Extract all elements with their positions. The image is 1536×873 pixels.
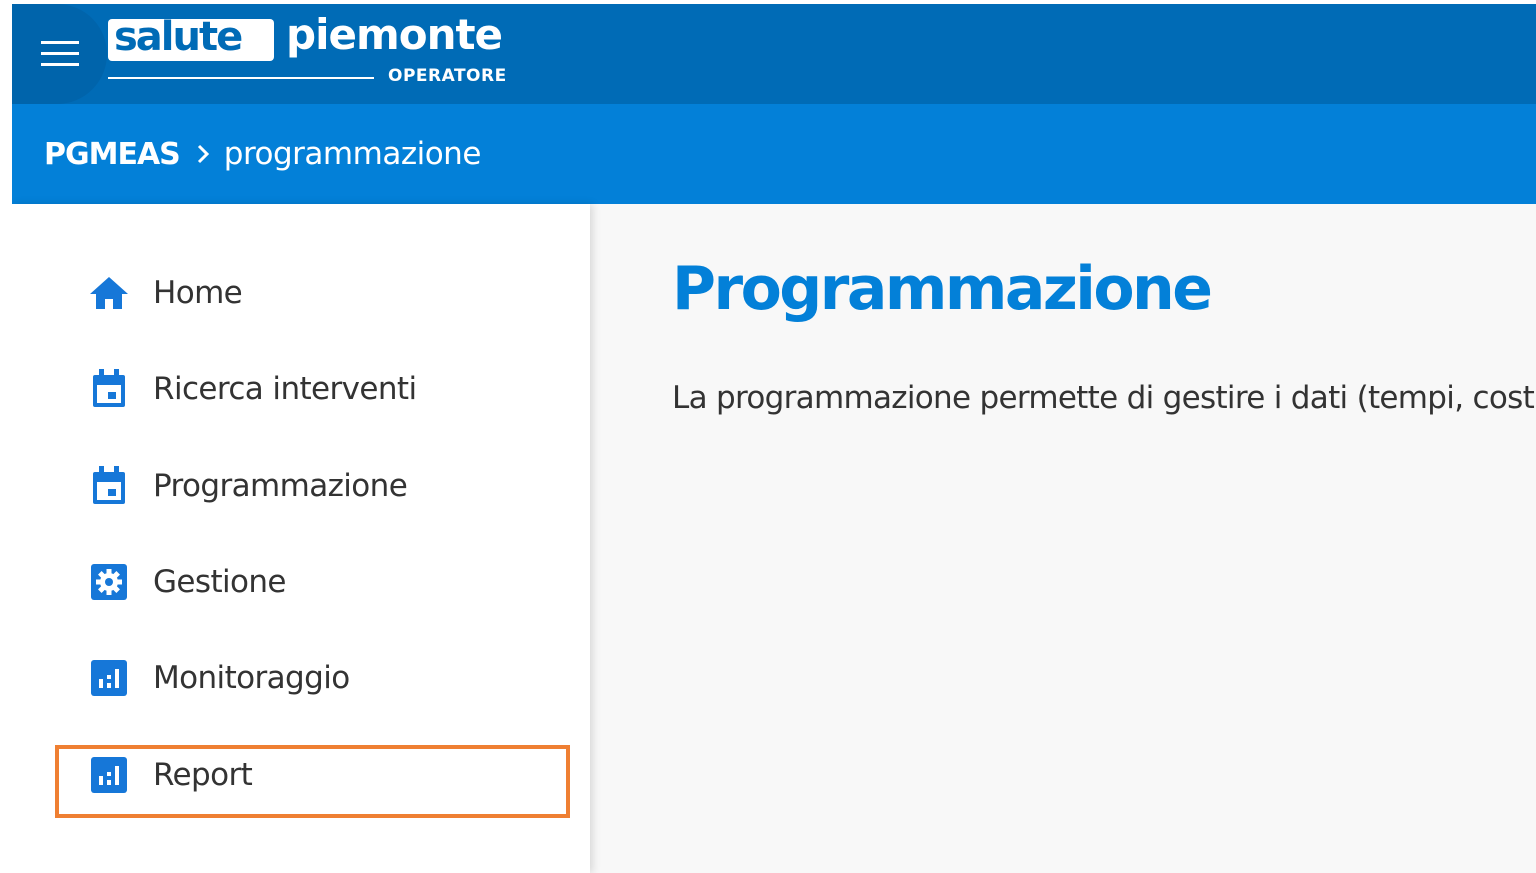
bar-chart-icon: [88, 657, 130, 699]
sidebar: Home Ricerca interventi Programmazione G…: [12, 204, 590, 873]
sidebar-item-label: Gestione: [153, 564, 287, 600]
calendar-icon: [88, 465, 130, 507]
menu-button[interactable]: [12, 4, 107, 104]
sidebar-item-home[interactable]: Home: [88, 265, 558, 321]
sidebar-item-gestione[interactable]: Gestione: [88, 554, 558, 610]
sidebar-item-label: Monitoraggio: [153, 660, 350, 696]
hamburger-icon: [40, 41, 79, 66]
chevron-right-icon: [196, 143, 210, 165]
top-bar: salute piemonte OPERATORE: [12, 4, 1536, 104]
sidebar-item-label: Ricerca interventi: [153, 371, 417, 407]
calendar-icon: [88, 368, 130, 410]
logo-divider: [108, 77, 374, 79]
sidebar-item-monitoraggio[interactable]: Monitoraggio: [88, 650, 558, 706]
intro-text: La programmazione permette di gestire i …: [672, 380, 1536, 416]
sidebar-item-label: Programmazione: [153, 468, 408, 504]
app-window: salute piemonte OPERATORE PGMEAS program…: [12, 4, 1536, 873]
gear-icon: [88, 561, 130, 603]
sidebar-item-label: Home: [153, 275, 243, 311]
home-icon: [88, 272, 130, 314]
sidebar-item-programmazione[interactable]: Programmazione: [88, 458, 558, 514]
salute-piemonte-logo[interactable]: salute piemonte OPERATORE: [108, 10, 512, 90]
sidebar-item-ricerca-interventi[interactable]: Ricerca interventi: [88, 361, 558, 417]
logo-boxed-text: salute: [108, 14, 274, 61]
logo-main-text: piemonte: [286, 10, 503, 59]
report-highlight-box: [55, 745, 570, 818]
breadcrumb-current: programmazione: [223, 136, 482, 172]
breadcrumb: PGMEAS programmazione: [12, 104, 1536, 204]
breadcrumb-root-link[interactable]: PGMEAS: [44, 137, 181, 172]
logo-subtitle: OPERATORE: [388, 66, 507, 86]
page-title: Programmazione: [672, 254, 1213, 324]
